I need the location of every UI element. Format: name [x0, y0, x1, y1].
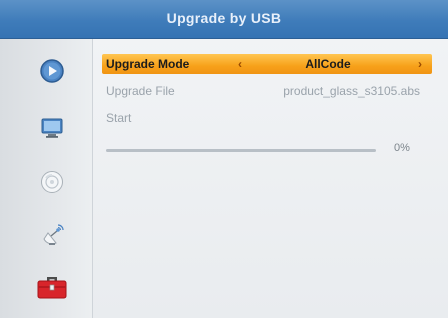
sidebar-item-toolbox[interactable]: [34, 269, 70, 303]
sidebar-item-tv[interactable]: [36, 113, 68, 141]
toolbox-icon: [37, 277, 67, 299]
page-title: Upgrade by USB: [166, 10, 282, 26]
sidebar-menu: ›: [0, 39, 93, 318]
upgrade-file-row[interactable]: Upgrade File product_glass_s3105.abs: [102, 81, 432, 101]
progress-track: [106, 149, 376, 152]
upgrade-panel: Upgrade Mode ‹ AllCode › Upgrade File pr…: [96, 46, 438, 308]
upgrade-progress: 0%: [106, 142, 410, 156]
chevron-right-icon: ›: [70, 313, 76, 318]
upgrade-mode-label: Upgrade Mode: [106, 57, 190, 71]
play-icon: [40, 59, 64, 83]
disc-icon: [41, 171, 63, 193]
chevron-right-icon[interactable]: ›: [418, 54, 422, 74]
start-label: Start: [106, 111, 132, 125]
upgrade-file-label: Upgrade File: [106, 84, 175, 98]
sidebar-item-satellite[interactable]: [36, 222, 68, 250]
sidebar-item-play[interactable]: [36, 57, 68, 85]
upgrade-file-value: product_glass_s3105.abs: [283, 84, 420, 98]
title-bar: Upgrade by USB: [0, 0, 448, 39]
upgrade-mode-row[interactable]: Upgrade Mode ‹ AllCode ›: [102, 54, 432, 74]
upgrade-mode-value: AllCode: [305, 57, 351, 71]
satellite-dish-icon: [43, 224, 64, 245]
progress-percentage: 0%: [394, 142, 410, 154]
sidebar-item-disc[interactable]: [36, 168, 68, 196]
usb-upgrade-screen: Upgrade by USB Upgrade Mode ‹ AllCode › …: [0, 0, 448, 318]
tv-screen-icon: [41, 118, 63, 138]
start-row[interactable]: Start: [102, 108, 432, 128]
